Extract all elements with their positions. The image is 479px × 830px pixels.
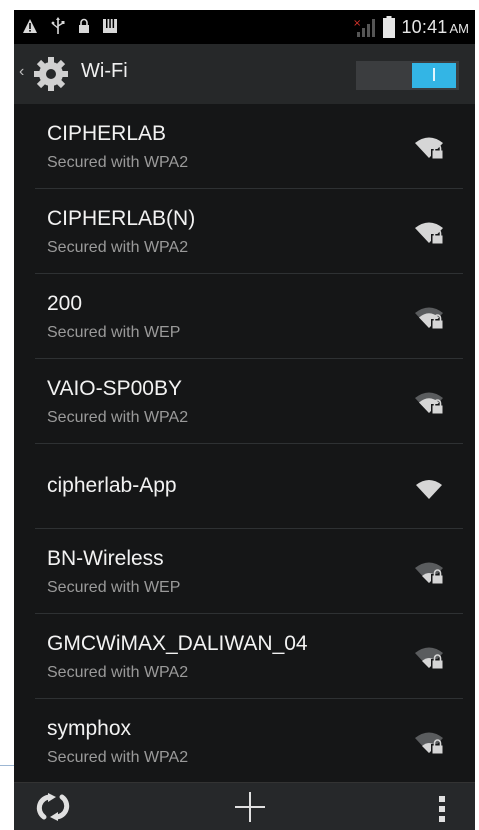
status-right: × 10:41 AM	[353, 16, 469, 38]
wifi-toggle-thumb: I	[412, 63, 456, 88]
network-status: Secured with WPA2	[47, 749, 189, 766]
status-ampm: AM	[449, 20, 470, 36]
wifi-toggle[interactable]: I	[356, 61, 459, 90]
network-row-200[interactable]: 200 Secured with WEP	[35, 274, 463, 359]
network-status: Secured with WPA2	[47, 409, 189, 426]
wifi-locked-high-icon	[415, 222, 444, 244]
network-name: CIPHERLAB	[47, 122, 167, 145]
network-name: BN-Wireless	[47, 547, 164, 570]
network-status: Secured with WEP	[47, 324, 181, 341]
network-name: VAIO-SP00BY	[47, 377, 183, 400]
network-row-gmcwimax[interactable]: GMCWiMAX_DALIWAN_04 Secured with WPA2	[35, 614, 463, 699]
network-row-cipherlab-app[interactable]: cipherlab-App	[35, 444, 463, 529]
status-time: 10:41	[401, 16, 448, 37]
network-status: Secured with WPA2	[47, 664, 189, 681]
bottom-action-bar	[14, 782, 475, 830]
action-bar: ‹ Wi-Fi I	[14, 44, 475, 104]
page-title: Wi-Fi	[81, 60, 128, 82]
add-network-icon[interactable]	[232, 789, 268, 825]
network-status: Secured with WPA2	[47, 154, 189, 171]
network-row-symphox[interactable]: symphox Secured with WPA2	[35, 699, 463, 784]
network-name: GMCWiMAX_DALIWAN_04	[47, 632, 308, 655]
lock-icon	[79, 18, 89, 33]
network-row-vaio-sp00by[interactable]: VAIO-SP00BY Secured with WPA2	[35, 359, 463, 444]
network-status: Secured with WPA2	[47, 239, 189, 256]
wifi-locked-medium-icon	[415, 392, 444, 414]
storage-icon	[103, 19, 117, 33]
network-name: symphox	[47, 717, 132, 740]
status-left-icons	[22, 17, 117, 35]
status-bar: × 10:41 AM	[14, 10, 475, 44]
network-status: Secured with WEP	[47, 579, 181, 596]
doc-guide-line	[0, 765, 14, 766]
network-row-cipherlab-n[interactable]: CIPHERLAB(N) Secured with WPA2	[35, 189, 463, 274]
warning-icon	[23, 19, 37, 33]
network-row-cipherlab[interactable]: CIPHERLAB Secured with WPA2	[35, 104, 463, 189]
wifi-open-high-icon	[416, 480, 442, 499]
overflow-menu-icon[interactable]	[438, 795, 446, 823]
network-row-bn-wireless[interactable]: BN-Wireless Secured with WEP	[35, 529, 463, 614]
phone-screen: × 10:41 AM ‹ Wi-Fi I CIPHERLAB Secured w…	[14, 10, 475, 830]
wps-icon[interactable]	[36, 791, 70, 823]
svg-text:×: ×	[353, 18, 361, 29]
usb-icon	[51, 17, 65, 34]
wifi-locked-low-icon	[415, 732, 444, 754]
wifi-locked-low-icon	[415, 562, 444, 584]
wifi-locked-high-icon	[415, 137, 444, 159]
network-name: 200	[47, 292, 83, 315]
no-sim-signal-icon: ×	[353, 18, 376, 37]
network-name: CIPHERLAB(N)	[47, 207, 196, 230]
network-list: CIPHERLAB Secured with WPA2 CIPHERLAB(N)…	[14, 104, 475, 784]
chevron-left-icon[interactable]: ‹	[19, 63, 24, 81]
wifi-locked-low-icon	[415, 647, 444, 669]
network-name: cipherlab-App	[47, 474, 177, 497]
battery-icon	[383, 16, 396, 38]
wifi-locked-medium-icon	[415, 307, 444, 329]
gear-icon[interactable]	[31, 54, 71, 94]
